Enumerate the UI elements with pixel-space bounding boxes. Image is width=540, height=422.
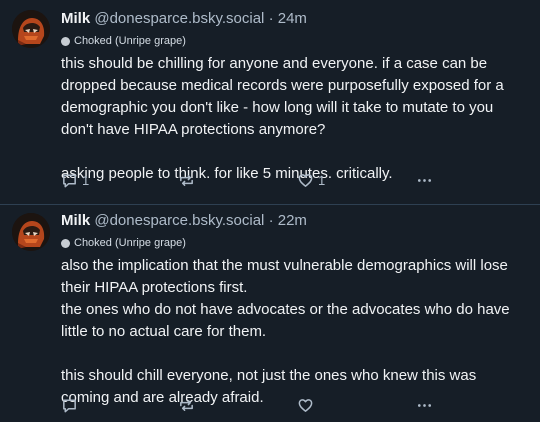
content-label[interactable]: Choked (Unripe grape) — [61, 235, 528, 251]
reply-icon — [61, 397, 78, 414]
label-text: Choked (Unripe grape) — [74, 35, 186, 47]
post[interactable]: Milk @donesparce.bsky.social · 22m Choke… — [0, 204, 540, 422]
post-text: this should be chilling for anyone and e… — [61, 53, 528, 185]
more-icon — [416, 397, 433, 414]
post-text: also the implication that the must vulne… — [61, 255, 528, 409]
repost-icon — [178, 397, 195, 414]
author-handle[interactable]: @donesparce.bsky.social — [94, 10, 264, 27]
post-timestamp[interactable]: 22m — [278, 212, 307, 229]
repost-button[interactable] — [178, 395, 199, 415]
reply-count: 1 — [82, 172, 90, 188]
repost-button[interactable] — [178, 170, 199, 190]
content-label[interactable]: Choked (Unripe grape) — [61, 33, 528, 49]
avatar[interactable] — [12, 10, 50, 48]
avatar-image — [12, 10, 50, 48]
reply-button[interactable]: 1 — [61, 170, 89, 190]
author-name[interactable]: Milk — [61, 212, 90, 229]
avatar-image — [12, 213, 50, 251]
label-text: Choked (Unripe grape) — [74, 237, 186, 249]
post-actions: 1 1 — [0, 170, 540, 190]
like-icon — [297, 172, 314, 189]
post[interactable]: Milk @donesparce.bsky.social · 24m Choke… — [0, 0, 540, 204]
reply-button[interactable] — [61, 395, 82, 415]
post-actions — [0, 395, 540, 415]
more-icon — [416, 172, 433, 189]
separator-dot: · — [268, 10, 274, 27]
more-options-button[interactable] — [416, 170, 433, 190]
author-handle[interactable]: @donesparce.bsky.social — [94, 212, 264, 229]
repost-icon — [178, 172, 195, 189]
post-timestamp[interactable]: 24m — [278, 10, 307, 27]
like-count: 1 — [318, 172, 326, 188]
like-button[interactable]: 1 — [297, 170, 325, 190]
reply-icon — [61, 172, 78, 189]
avatar[interactable] — [12, 213, 50, 251]
post-paragraph: also the implication that the must vulne… — [61, 257, 510, 340]
author-name[interactable]: Milk — [61, 10, 90, 27]
separator-dot: · — [268, 212, 274, 229]
label-icon — [61, 238, 70, 248]
more-options-button[interactable] — [416, 395, 433, 415]
like-button[interactable] — [297, 395, 318, 415]
like-icon — [297, 397, 314, 414]
post-paragraph: this should be chilling for anyone and e… — [61, 55, 504, 138]
label-icon — [61, 36, 70, 46]
